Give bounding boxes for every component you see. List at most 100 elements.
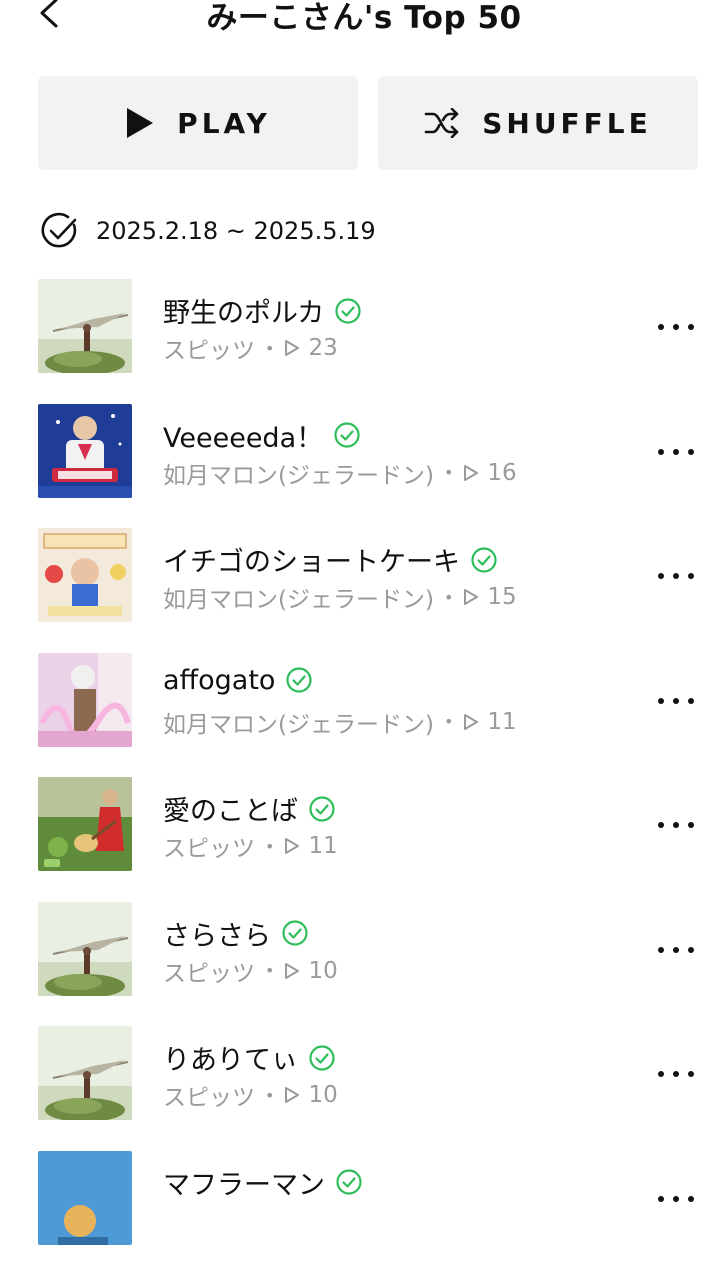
track-meta: 如月マロン(ジェラードン) • 11	[163, 705, 517, 739]
shuffle-button[interactable]: SHUFFLE	[378, 76, 698, 170]
more-dot	[658, 822, 664, 828]
play-count-icon	[463, 464, 479, 482]
artist-name: スピッツ	[163, 829, 255, 863]
more-dot	[673, 698, 679, 704]
album-art	[38, 404, 132, 498]
verified-check-icon	[308, 1044, 336, 1072]
track-title-line: 愛のことば	[163, 789, 336, 828]
track-row[interactable]: りありてぃ スピッツ • 10	[0, 1026, 728, 1151]
play-icon	[125, 106, 155, 140]
verified-check-icon	[334, 297, 362, 325]
more-options-button[interactable]	[658, 434, 694, 470]
play-count-icon	[284, 1086, 300, 1104]
separator-dot: •	[265, 1086, 274, 1105]
more-dot	[688, 573, 694, 579]
page-title: みーこさん's Top 50	[0, 0, 728, 37]
track-title: 野生のポルカ	[163, 291, 324, 330]
more-dot	[658, 1196, 664, 1202]
more-dot	[673, 324, 679, 330]
play-count: 11	[308, 833, 337, 859]
track-title-line: affogato	[163, 665, 313, 696]
separator-dot: •	[444, 463, 453, 482]
more-options-button[interactable]	[658, 558, 694, 594]
more-dot	[658, 573, 664, 579]
play-count: 10	[308, 958, 337, 984]
more-dot	[658, 449, 664, 455]
track-title-line: さらさら	[163, 914, 309, 953]
album-art	[38, 1026, 132, 1120]
separator-dot: •	[444, 588, 453, 607]
play-count: 10	[308, 1082, 337, 1108]
track-meta: スピッツ • 11	[163, 829, 338, 863]
more-dot	[688, 1071, 694, 1077]
play-count: 16	[487, 460, 516, 486]
more-dot	[658, 324, 664, 330]
more-dot	[673, 947, 679, 953]
track-title-line: イチゴのショートケーキ	[163, 540, 498, 579]
track-row[interactable]: 愛のことば スピッツ • 11	[0, 777, 728, 902]
track-list: 野生のポルカ スピッツ • 23	[0, 279, 728, 1275]
track-meta: スピッツ • 10	[163, 954, 338, 988]
more-dot	[673, 449, 679, 455]
track-title: affogato	[163, 665, 275, 696]
album-art	[38, 1151, 132, 1245]
more-dot	[688, 822, 694, 828]
verified-check-icon	[333, 421, 361, 449]
more-dot	[688, 324, 694, 330]
play-count: 23	[308, 335, 337, 361]
verified-check-icon	[308, 795, 336, 823]
track-title: イチゴのショートケーキ	[163, 540, 460, 579]
more-dot	[688, 1196, 694, 1202]
more-options-button[interactable]	[658, 932, 694, 968]
track-title: りありてぃ	[163, 1038, 298, 1077]
more-options-button[interactable]	[658, 807, 694, 843]
track-row[interactable]: マフラーマン	[0, 1151, 728, 1275]
header: みーこさん's Top 50	[0, 0, 728, 40]
track-title-line: 野生のポルカ	[163, 291, 362, 330]
separator-dot: •	[265, 961, 274, 980]
artist-name: スピッツ	[163, 1078, 255, 1112]
track-row[interactable]: さらさら スピッツ • 10	[0, 902, 728, 1027]
track-meta: スピッツ • 10	[163, 1078, 338, 1112]
more-dot	[688, 698, 694, 704]
more-options-button[interactable]	[658, 683, 694, 719]
more-options-button[interactable]	[658, 1181, 694, 1217]
play-count: 15	[487, 584, 516, 610]
separator-dot: •	[265, 339, 274, 358]
more-options-button[interactable]	[658, 309, 694, 345]
verified-check-icon	[285, 666, 313, 694]
play-count-icon	[463, 713, 479, 731]
more-options-button[interactable]	[658, 1056, 694, 1092]
more-dot	[658, 1071, 664, 1077]
verified-check-icon	[470, 546, 498, 574]
album-art	[38, 528, 132, 622]
date-range-text: 2025.2.18 ~ 2025.5.19	[96, 217, 376, 245]
play-count-icon	[463, 588, 479, 606]
album-art	[38, 279, 132, 373]
artist-name: スピッツ	[163, 331, 255, 365]
artist-name: 如月マロン(ジェラードン)	[163, 705, 434, 739]
track-row[interactable]: 野生のポルカ スピッツ • 23	[0, 279, 728, 404]
track-row[interactable]: Veeeeeda！ 如月マロン(ジェラードン) • 16	[0, 404, 728, 529]
track-title-line: マフラーマン	[163, 1163, 363, 1202]
shuffle-label: SHUFFLE	[482, 107, 652, 140]
artist-name: 如月マロン(ジェラードン)	[163, 456, 434, 490]
shuffle-icon	[424, 108, 460, 138]
more-dot	[673, 573, 679, 579]
play-count-icon	[284, 837, 300, 855]
play-label: PLAY	[177, 107, 271, 140]
track-title: マフラーマン	[163, 1163, 325, 1202]
track-meta: 如月マロン(ジェラードン) • 16	[163, 456, 517, 490]
track-title-line: Veeeeeda！	[163, 416, 361, 455]
track-row[interactable]: イチゴのショートケーキ 如月マロン(ジェラードン) • 15	[0, 528, 728, 653]
play-count-icon	[284, 962, 300, 980]
play-button[interactable]: PLAY	[38, 76, 358, 170]
track-meta: 如月マロン(ジェラードン) • 15	[163, 580, 517, 614]
separator-dot: •	[265, 837, 274, 856]
more-dot	[688, 449, 694, 455]
track-title: Veeeeeda！	[163, 416, 323, 455]
more-dot	[688, 947, 694, 953]
check-circle-icon	[40, 211, 80, 251]
separator-dot: •	[444, 712, 453, 731]
track-row[interactable]: affogato 如月マロン(ジェラードン) • 11	[0, 653, 728, 778]
